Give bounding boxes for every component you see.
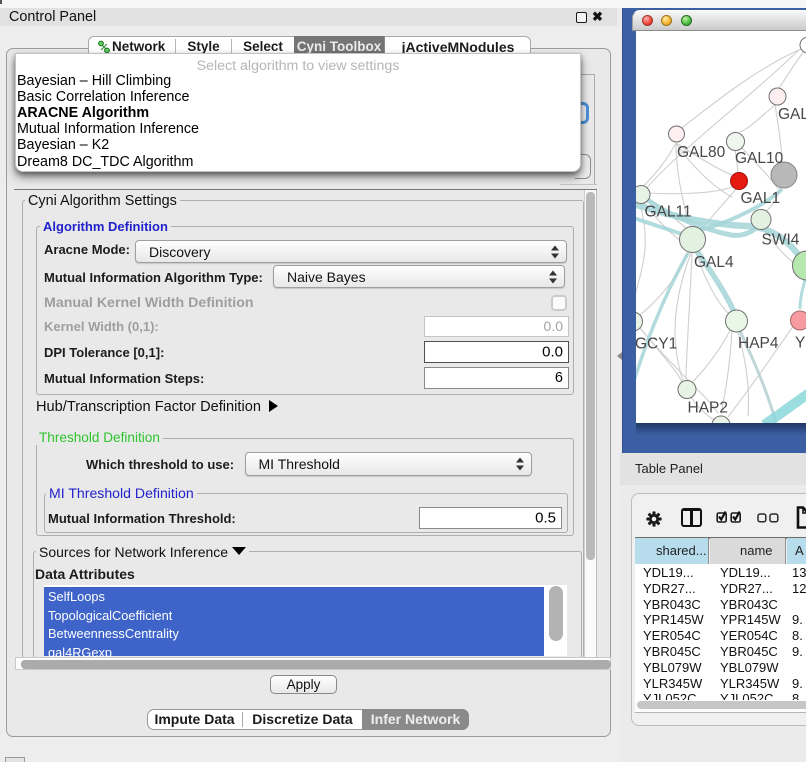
svg-text:Y: Y [795, 335, 805, 352]
svg-text:GCY1: GCY1 [636, 336, 677, 353]
svg-text:HAP2: HAP2 [688, 400, 729, 417]
svg-text:GAL8: GAL8 [778, 106, 806, 123]
svg-text:GAL1: GAL1 [741, 190, 781, 207]
svg-text:SWI4: SWI4 [762, 232, 800, 249]
svg-text:GAL11: GAL11 [645, 204, 692, 221]
svg-text:HAP4: HAP4 [738, 335, 779, 352]
svg-text:GAL10: GAL10 [735, 150, 784, 167]
svg-text:GAL4: GAL4 [694, 254, 734, 271]
svg-text:GAL80: GAL80 [677, 144, 726, 161]
